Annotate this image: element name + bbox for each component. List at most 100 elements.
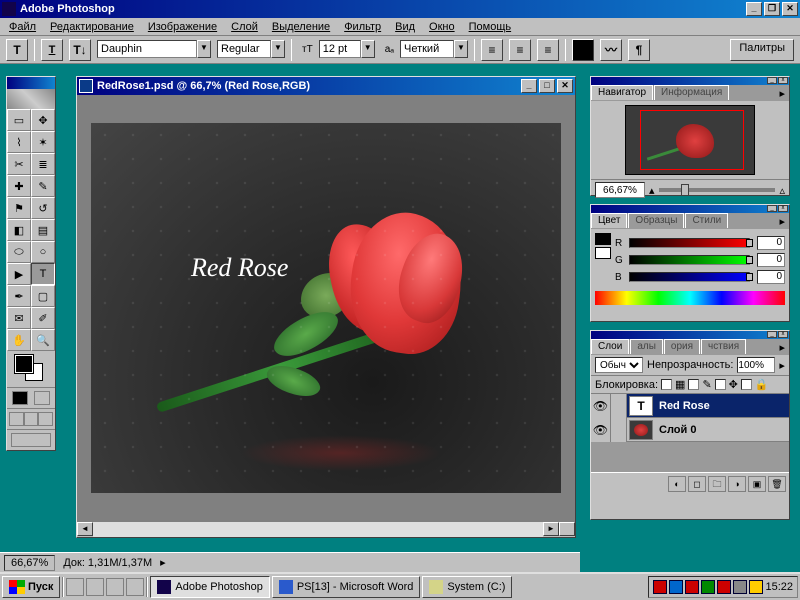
doc-maximize-button[interactable]: □ — [539, 79, 555, 93]
navigator-zoom-input[interactable] — [595, 182, 645, 198]
align-right-button[interactable]: ≡ — [537, 39, 559, 61]
b-slider[interactable] — [629, 272, 750, 282]
font-style-input[interactable] — [217, 40, 271, 58]
stamp-tool[interactable]: ⚑ — [7, 197, 31, 219]
palette-close[interactable]: x — [778, 331, 788, 338]
type-tool[interactable]: T — [31, 263, 55, 285]
antialias-dropdown[interactable]: ▼ — [400, 40, 468, 60]
slice-tool[interactable]: ≣ — [31, 153, 55, 175]
menu-filter[interactable]: Фильтр — [339, 20, 386, 34]
tab-color[interactable]: Цвет — [591, 213, 627, 228]
palette-titlebar[interactable]: _x — [591, 205, 789, 213]
toolbox-titlebar[interactable] — [7, 77, 55, 89]
dodge-tool[interactable]: ○ — [31, 241, 55, 263]
menu-view[interactable]: Вид — [390, 20, 420, 34]
tray-volume-icon[interactable] — [749, 580, 763, 594]
align-center-button[interactable]: ≡ — [509, 39, 531, 61]
layer-set-button[interactable]: 🗀 — [708, 476, 726, 492]
layer-thumbnail[interactable] — [629, 420, 653, 440]
lock-move[interactable] — [715, 379, 726, 390]
color-spectrum[interactable] — [595, 291, 785, 305]
zoom-in-icon[interactable]: ▵ — [779, 184, 785, 197]
tab-navigator[interactable]: Навигатор — [591, 85, 653, 100]
standard-mode-button[interactable] — [12, 391, 28, 405]
menu-window[interactable]: Окно — [424, 20, 460, 34]
notes-tool[interactable]: ✉ — [7, 307, 31, 329]
eraser-tool[interactable]: ◧ — [7, 219, 31, 241]
close-button[interactable]: ✕ — [782, 2, 798, 16]
font-family-dropdown[interactable]: ▼ — [97, 40, 211, 60]
palette-titlebar[interactable]: _x — [591, 77, 789, 85]
slider-knob[interactable] — [681, 184, 689, 196]
tray-icon[interactable] — [701, 580, 715, 594]
document-titlebar[interactable]: RedRose1.psd @ 66,7% (Red Rose,RGB) _ □ … — [77, 77, 575, 95]
layer-thumbnail[interactable]: T — [629, 396, 653, 416]
path-select-tool[interactable]: ▶ — [7, 263, 31, 285]
menu-select[interactable]: Выделение — [267, 20, 335, 34]
r-value[interactable]: 0 — [757, 236, 785, 250]
palette-menu-icon[interactable]: ▸ — [775, 85, 789, 101]
color-swatches[interactable] — [7, 351, 55, 387]
align-left-button[interactable]: ≡ — [481, 39, 503, 61]
navigator-zoom-slider[interactable] — [659, 188, 776, 192]
doc-minimize-button[interactable]: _ — [521, 79, 537, 93]
g-slider[interactable] — [629, 255, 750, 265]
foreground-swatch[interactable] — [15, 355, 33, 373]
blend-mode-dropdown[interactable]: Обыч. — [595, 357, 643, 373]
lock-paint[interactable] — [688, 379, 699, 390]
palette-minimize[interactable]: _ — [767, 205, 777, 212]
menu-edit[interactable]: Редактирование — [45, 20, 139, 34]
layer-row[interactable]: 👁 Слой 0 — [591, 418, 789, 442]
tool-preset-button[interactable]: T — [6, 39, 28, 61]
opacity-arrow-icon[interactable]: ▸ — [779, 359, 785, 372]
character-panel-button[interactable]: ¶ — [628, 39, 650, 61]
text-orientation-button[interactable]: T — [41, 39, 63, 61]
tab-layers[interactable]: Слои — [591, 339, 629, 354]
tab-channels[interactable]: алы — [630, 339, 663, 354]
screen-mode-1[interactable] — [9, 412, 24, 426]
text-color-swatch[interactable] — [572, 39, 594, 61]
marquee-tool[interactable]: ▭ — [7, 109, 31, 131]
minimize-button[interactable]: _ — [746, 2, 762, 16]
tab-styles[interactable]: Стили — [685, 213, 728, 228]
lasso-tool[interactable]: ⌇ — [7, 131, 31, 153]
palette-close[interactable]: x — [778, 77, 788, 84]
r-slider[interactable] — [629, 238, 750, 248]
text-orientation-vertical-button[interactable]: T↓ — [69, 39, 91, 61]
tray-icon[interactable] — [717, 580, 731, 594]
layer-style-button[interactable]: ◐ — [668, 476, 686, 492]
horizontal-scrollbar[interactable]: ◄ ► — [77, 521, 575, 537]
font-style-dropdown[interactable]: ▼ — [217, 40, 285, 60]
link-toggle[interactable] — [611, 418, 627, 442]
tray-clock[interactable]: 15:22 — [765, 581, 793, 593]
canvas[interactable]: Red Rose — [91, 123, 561, 493]
tab-paths[interactable]: ория — [664, 339, 700, 354]
link-toggle[interactable] — [611, 394, 627, 418]
palette-minimize[interactable]: _ — [767, 77, 777, 84]
quickmask-mode-button[interactable] — [34, 391, 50, 405]
start-button[interactable]: Пуск — [2, 576, 60, 598]
crop-tool[interactable]: ✂ — [7, 153, 31, 175]
menu-image[interactable]: Изображение — [143, 20, 222, 34]
eyedropper-tool[interactable]: ✐ — [31, 307, 55, 329]
healing-tool[interactable]: ✚ — [7, 175, 31, 197]
font-size-input[interactable] — [319, 40, 361, 58]
quicklaunch-app[interactable] — [126, 578, 144, 596]
tray-icon[interactable] — [653, 580, 667, 594]
screen-mode-3[interactable] — [38, 412, 53, 426]
font-size-dropdown[interactable]: ▼ — [319, 40, 375, 60]
quicklaunch-desktop[interactable] — [86, 578, 104, 596]
layer-mask-button[interactable]: ◻ — [688, 476, 706, 492]
layer-name[interactable]: Слой 0 — [655, 424, 789, 436]
palette-close[interactable]: x — [778, 205, 788, 212]
warp-text-button[interactable]: 〰 — [600, 39, 622, 61]
tray-lang-icon[interactable] — [669, 580, 683, 594]
palettes-button[interactable]: Палитры — [730, 39, 794, 61]
chevron-down-icon[interactable]: ▼ — [454, 40, 468, 58]
navigator-viewbox[interactable] — [640, 110, 744, 170]
menu-layer[interactable]: Слой — [226, 20, 263, 34]
color-background-swatch[interactable] — [595, 247, 611, 259]
tab-history[interactable]: чствия — [701, 339, 746, 354]
layer-row[interactable]: 👁 T Red Rose — [591, 394, 789, 418]
chevron-down-icon[interactable]: ▼ — [197, 40, 211, 58]
